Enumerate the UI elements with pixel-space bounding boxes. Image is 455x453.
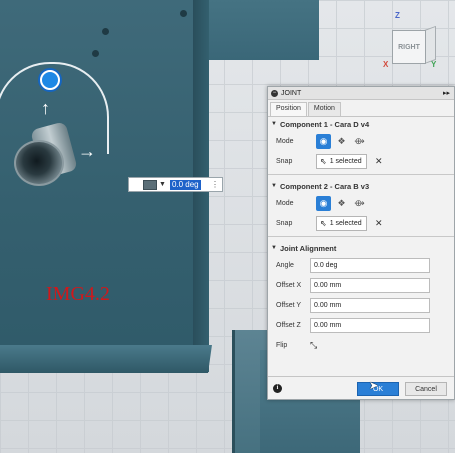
component1-header[interactable]: ▼ Component 1 - Cara D v4 bbox=[268, 117, 454, 131]
offset-y-row: Offset Y 0.00 mm bbox=[268, 295, 454, 315]
angle-inline-input[interactable]: ▼ 0.0 deg ⋮ bbox=[128, 177, 223, 192]
snap-label: Snap bbox=[276, 219, 293, 227]
more-options-icon[interactable]: ⋮ bbox=[211, 180, 219, 189]
mode-two-edge-icon[interactable]: ⟴ bbox=[352, 134, 367, 149]
component1-title: Component 1 - Cara D v4 bbox=[279, 119, 370, 129]
panel-footer: i OK Cancel bbox=[268, 376, 454, 399]
snap-value: 1 selected bbox=[329, 219, 362, 227]
snap-value: 1 selected bbox=[329, 157, 362, 165]
flip-row: Flip ⤡ bbox=[268, 335, 454, 355]
component2-title: Component 2 - Cara B v3 bbox=[279, 181, 370, 191]
collapse-icon[interactable]: − bbox=[271, 89, 278, 97]
component2-snap-select[interactable]: ⇖ 1 selected bbox=[316, 215, 367, 231]
axis-y-label: Y bbox=[431, 60, 437, 69]
offset-x-label: Offset X bbox=[276, 281, 302, 289]
offset-x-field[interactable]: 0.00 mm bbox=[310, 277, 430, 293]
joint-panel: − JOINT ▸▸ Position Motion ▼ Component 1… bbox=[267, 86, 455, 400]
mode-between-icon[interactable]: ❖ bbox=[334, 196, 349, 211]
angle-inline-value[interactable]: 0.0 deg bbox=[169, 179, 201, 190]
panel-tabs: Position Motion bbox=[268, 102, 454, 117]
axis-x-label: X bbox=[383, 60, 389, 69]
hole bbox=[102, 28, 109, 35]
flip-icon[interactable]: ⤡ bbox=[310, 340, 317, 351]
mouse-cursor-icon: ➤ bbox=[369, 380, 379, 392]
move-right-arrow-icon[interactable]: → bbox=[78, 141, 96, 162]
collapse-triangle-icon[interactable]: ▼ bbox=[271, 245, 277, 251]
collapse-triangle-icon[interactable]: ▼ bbox=[271, 121, 277, 127]
tab-motion[interactable]: Motion bbox=[307, 102, 341, 116]
component1-snap-select[interactable]: ⇖ 1 selected bbox=[316, 153, 367, 169]
rotation-gizmo-handle[interactable] bbox=[40, 70, 60, 90]
angle-field[interactable]: 0.0 deg bbox=[310, 257, 430, 273]
viewcube-right-face[interactable]: RIGHT bbox=[392, 30, 426, 64]
panel-titlebar[interactable]: − JOINT ▸▸ bbox=[268, 87, 454, 100]
component1-snap-row: Snap ⇖ 1 selected ✕ bbox=[268, 151, 454, 171]
component1-mode-row: Mode ◉ ❖ ⟴ bbox=[268, 131, 454, 151]
joint-alignment-title: Joint Alignment bbox=[279, 243, 337, 253]
offset-z-label: Offset Z bbox=[276, 321, 301, 329]
cancel-button[interactable]: Cancel bbox=[405, 382, 447, 396]
mode-two-edge-icon[interactable]: ⟴ bbox=[352, 196, 367, 211]
image-annotation-label: IMG4.2 bbox=[46, 283, 110, 305]
expand-panel-icon[interactable]: ▸▸ bbox=[443, 89, 450, 97]
flip-label: Flip bbox=[276, 341, 288, 349]
hole bbox=[180, 10, 187, 17]
offset-x-row: Offset X 0.00 mm bbox=[268, 275, 454, 295]
mode-simple-icon[interactable]: ◉ bbox=[316, 133, 331, 149]
component2-mode-row: Mode ◉ ❖ ⟴ bbox=[268, 193, 454, 213]
component2-snap-row: Snap ⇖ 1 selected ✕ bbox=[268, 213, 454, 233]
offset-z-row: Offset Z 0.00 mm bbox=[268, 315, 454, 335]
joint-alignment-header[interactable]: ▼ Joint Alignment bbox=[268, 241, 454, 255]
viewcube[interactable]: Z RIGHT X Y bbox=[383, 11, 437, 70]
hole bbox=[92, 50, 99, 57]
cursor-arrow-icon: ⇖ bbox=[320, 218, 327, 228]
angle-label: Angle bbox=[276, 261, 294, 269]
clear-selection-icon[interactable]: ✕ bbox=[375, 218, 383, 229]
divider bbox=[268, 174, 454, 178]
panel-title: JOINT bbox=[281, 89, 302, 97]
cursor-arrow-icon: ⇖ bbox=[320, 156, 327, 166]
mode-between-icon[interactable]: ❖ bbox=[334, 134, 349, 149]
chevron-down-icon[interactable]: ▼ bbox=[159, 181, 166, 188]
mode-label: Mode bbox=[276, 199, 294, 207]
axis-z-label: Z bbox=[395, 11, 400, 20]
mode-label: Mode bbox=[276, 137, 294, 145]
part-back-face[interactable] bbox=[209, 0, 319, 60]
info-icon[interactable]: i bbox=[273, 383, 282, 393]
mode-simple-icon[interactable]: ◉ bbox=[316, 195, 331, 211]
clear-selection-icon[interactable]: ✕ bbox=[375, 156, 383, 167]
angle-row: Angle 0.0 deg bbox=[268, 255, 454, 275]
input-type-icon bbox=[143, 179, 157, 190]
move-up-arrow-icon[interactable]: ↑ bbox=[41, 98, 50, 119]
divider bbox=[268, 236, 454, 240]
part-bottom-edge[interactable] bbox=[0, 345, 212, 373]
component2-header[interactable]: ▼ Component 2 - Cara B v3 bbox=[268, 179, 454, 193]
offset-y-field[interactable]: 0.00 mm bbox=[310, 297, 430, 313]
offset-y-label: Offset Y bbox=[276, 301, 302, 309]
collapse-triangle-icon[interactable]: ▼ bbox=[271, 183, 277, 189]
snap-label: Snap bbox=[276, 157, 293, 165]
offset-z-field[interactable]: 0.00 mm bbox=[310, 317, 430, 333]
tab-position[interactable]: Position bbox=[270, 102, 307, 116]
